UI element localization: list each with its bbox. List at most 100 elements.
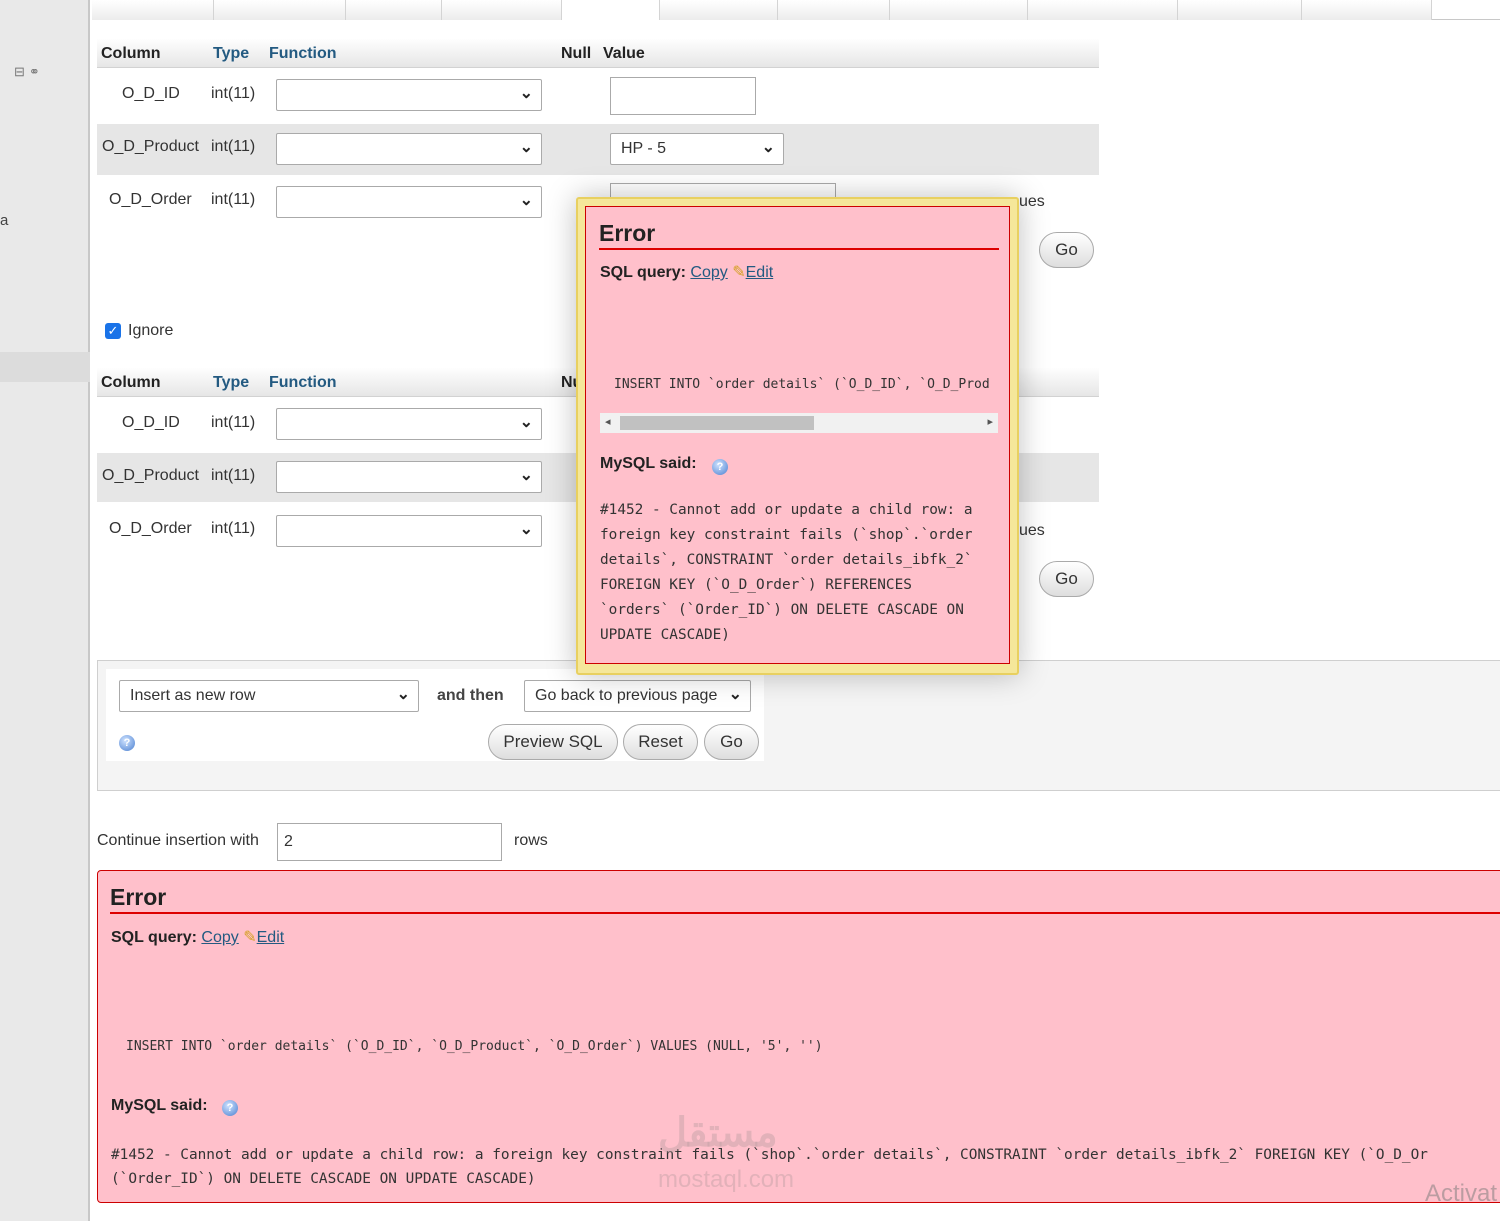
col-header-type[interactable]: Type [213,45,249,63]
form2-go-button[interactable]: Go [1039,561,1094,597]
chevron-down-icon: ⌄ [728,686,742,703]
watermark-logo: مستقل [658,1111,778,1155]
tab-export[interactable] [660,0,778,20]
edit-link[interactable]: Edit [746,264,774,281]
copy-link[interactable]: Copy [690,264,727,281]
col-header-column: Column [101,374,161,391]
page-error-title: Error [110,884,1500,914]
tab-import[interactable] [778,0,890,20]
continue-rows-input[interactable]: 2 [277,823,502,861]
column-type: int(11) [211,467,256,484]
column-name: O_D_Order [109,191,192,208]
chevron-down-icon: ⌄ [396,686,410,703]
chevron-down-icon: ⌄ [519,414,533,431]
edit-link[interactable]: Edit [257,929,285,946]
popup-error-box: Error SQL query: Copy ✎Edit INSERT INTO … [585,206,1010,664]
ignore-label[interactable]: Ignore [128,322,173,340]
navigation-panel: ⊟⚭ a [0,0,90,1221]
help-icon[interactable]: ? [222,1100,238,1116]
function-select[interactable]: ⌄ [276,79,542,111]
tab-structure[interactable] [214,0,346,20]
popup-sql-query: INSERT INTO `order details` (`O_D_ID`, `… [614,377,990,392]
value-input[interactable] [610,77,756,115]
tab-insert[interactable] [562,0,660,20]
popup-error-title: Error [599,220,999,250]
function-select[interactable]: ⌄ [276,408,542,440]
chevron-down-icon: ⌄ [519,192,533,209]
table-row: O_D_ID int(11) ⌄ [97,71,1099,119]
function-select[interactable]: ⌄ [276,133,542,165]
tab-sql[interactable] [346,0,442,20]
insert-actions-box: Insert as new row ⌄ and then Go back to p… [106,669,764,761]
error-popup-dialog: Error SQL query: Copy ✎Edit INSERT INTO … [576,197,1019,675]
column-type: int(11) [211,414,256,431]
watermark-domain: mostaql.com [658,1166,795,1193]
chevron-down-icon: ⌄ [761,139,775,156]
nav-highlight-band [0,352,90,382]
popup-mysql-said: MySQL said: [600,455,697,472]
tab-search[interactable] [442,0,562,20]
popup-error-message: #1452 - Cannot add or update a child row… [600,502,973,643]
tab-tracking[interactable] [1178,0,1302,20]
collapse-icon[interactable]: ⊟ [14,64,29,79]
column-type: int(11) [211,191,256,208]
chevron-down-icon: ⌄ [519,139,533,156]
after-insert-select[interactable]: Go back to previous page ⌄ [524,680,751,712]
scroll-left-icon[interactable]: ◂ [605,415,611,428]
ignore-checkbox[interactable]: ✓ [105,323,121,339]
col-header-null: Null [561,45,592,62]
value-select[interactable]: HP - 5 ⌄ [610,133,784,165]
copy-link[interactable]: Copy [201,929,238,946]
tab-browse[interactable] [92,0,214,20]
link-icon[interactable]: ⚭ [29,64,44,79]
pencil-icon[interactable]: ✎ [243,929,256,946]
page-error-box: Error SQL query: Copy ✎Edit INSERT INTO … [97,870,1500,1203]
os-activation-overlay: Activat [1425,1180,1498,1207]
checkbox-label-partial: ues [1019,522,1045,539]
page-error-sql-query: INSERT INTO `order details` (`O_D_ID`, `… [126,1039,823,1054]
column-type: int(11) [211,85,256,102]
insert-mode-select[interactable]: Insert as new row ⌄ [119,680,419,712]
form1-header: Column Type Function Null Value [97,39,1099,68]
help-icon[interactable]: ? [712,459,728,475]
scroll-right-icon[interactable]: ▸ [987,415,993,428]
pencil-icon[interactable]: ✎ [732,264,745,281]
popup-sql-label: SQL query: Copy ✎Edit [600,264,774,281]
column-type: int(11) [211,138,256,155]
tab-triggers[interactable] [1302,0,1432,20]
tab-privileges[interactable] [890,0,1028,20]
continue-insertion-label: Continue insertion with [97,832,259,849]
chevron-down-icon: ⌄ [519,85,533,102]
col-header-type[interactable]: Type [213,374,249,392]
scrollbar-thumb[interactable] [620,416,814,430]
nav-item-text[interactable]: a [0,212,8,229]
function-select[interactable]: ⌄ [276,186,542,218]
column-type: int(11) [211,520,256,537]
column-name: O_D_Product [102,467,199,484]
chevron-down-icon: ⌄ [519,521,533,538]
insert-actions-panel: Insert as new row ⌄ and then Go back to p… [97,660,1500,791]
go-button[interactable]: Go [704,724,759,760]
page-error-sql-label: SQL query: Copy ✎Edit [111,929,285,946]
col-header-function[interactable]: Function [269,45,337,63]
help-icon[interactable]: ? [119,735,135,751]
column-name: O_D_ID [122,85,180,102]
and-then-label: and then [437,687,504,704]
checkbox-label-partial: ues [1019,193,1045,210]
form1-go-button[interactable]: Go [1039,232,1094,268]
col-header-function[interactable]: Function [269,374,337,392]
rows-label: rows [514,832,548,849]
table-row: O_D_Product int(11) ⌄ HP - 5 ⌄ [97,124,1099,175]
column-name: O_D_Order [109,520,192,537]
nav-tree-icons[interactable]: ⊟⚭ [14,64,44,80]
column-name: O_D_ID [122,414,180,431]
horizontal-scrollbar[interactable]: ◂ ▸ [600,413,998,433]
chevron-down-icon: ⌄ [519,467,533,484]
column-name: O_D_Product [102,138,199,155]
reset-button[interactable]: Reset [623,724,698,760]
tab-operations[interactable] [1028,0,1178,20]
function-select[interactable]: ⌄ [276,515,542,547]
function-select[interactable]: ⌄ [276,461,542,493]
preview-sql-button[interactable]: Preview SQL [488,724,618,760]
page-error-mysql-said: MySQL said: [111,1097,208,1114]
